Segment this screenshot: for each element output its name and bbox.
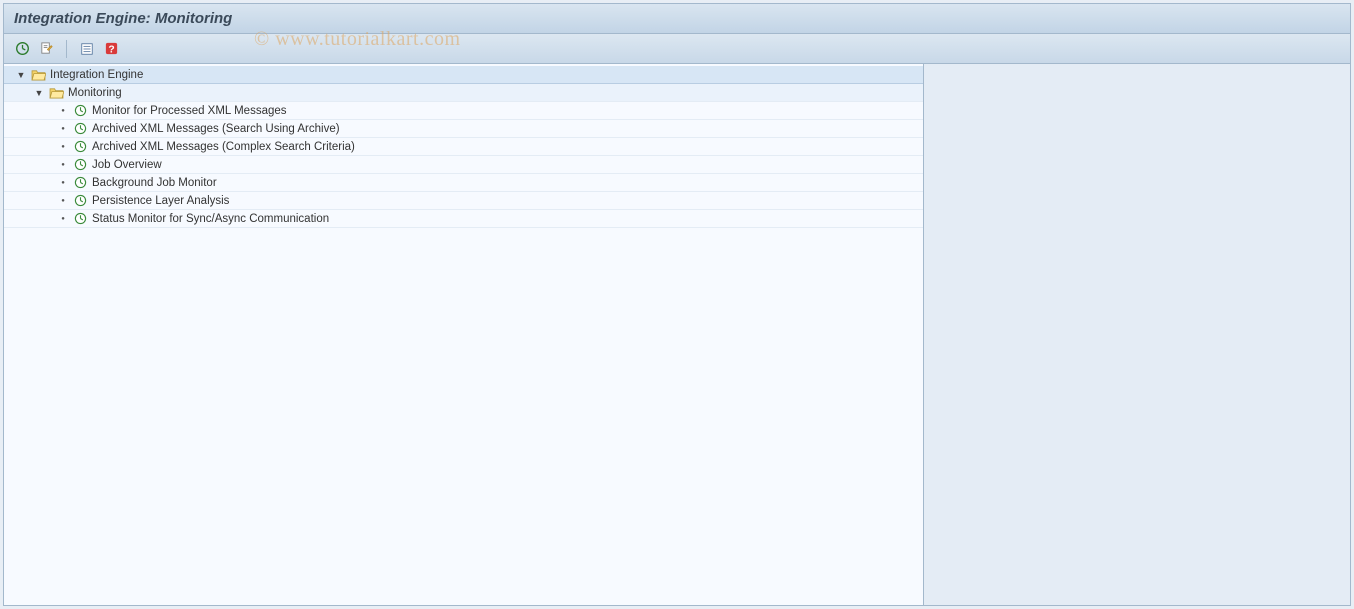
tree-item-bg-job-monitor[interactable]: ● Background Job Monitor	[4, 174, 923, 192]
tree-item-label: Monitor for Processed XML Messages	[92, 105, 287, 117]
right-panel	[924, 64, 1350, 605]
tree-item-label: Background Job Monitor	[92, 177, 217, 189]
tree-item-label: Persistence Layer Analysis	[92, 195, 229, 207]
tree-item-label: Job Overview	[92, 159, 162, 171]
details-button[interactable]	[77, 39, 97, 59]
tree-item-label: Archived XML Messages (Complex Search Cr…	[92, 141, 355, 153]
title-bar: Integration Engine: Monitoring	[4, 4, 1350, 34]
tree-item-monitor-xml[interactable]: ● Monitor for Processed XML Messages	[4, 102, 923, 120]
content-area: ▼ Integration Engine ▼ Monitoring ●	[4, 64, 1350, 605]
tree-item-job-overview[interactable]: ● Job Overview	[4, 156, 923, 174]
tree-item-label: Status Monitor for Sync/Async Communicat…	[92, 213, 329, 225]
bullet-icon: ●	[58, 124, 68, 134]
bullet-icon: ●	[58, 178, 68, 188]
list-details-icon	[80, 42, 94, 56]
clock-execute-icon	[15, 41, 30, 56]
transaction-icon	[72, 158, 88, 172]
app-window: Integration Engine: Monitoring	[3, 3, 1351, 606]
bullet-icon: ●	[58, 214, 68, 224]
transaction-icon	[72, 104, 88, 118]
bullet-icon: ●	[58, 106, 68, 116]
execute-button[interactable]	[12, 39, 32, 59]
transaction-icon	[72, 194, 88, 208]
bullet-icon: ●	[58, 142, 68, 152]
bullet-icon: ●	[58, 196, 68, 206]
tree-item-archived-complex[interactable]: ● Archived XML Messages (Complex Search …	[4, 138, 923, 156]
tree-node-root[interactable]: ▼ Integration Engine	[4, 66, 923, 84]
expand-toggle-icon[interactable]: ▼	[16, 70, 26, 80]
toolbar-separator	[66, 40, 67, 58]
transaction-icon	[72, 140, 88, 154]
tree-item-label: Archived XML Messages (Search Using Arch…	[92, 123, 340, 135]
tree-item-status-monitor[interactable]: ● Status Monitor for Sync/Async Communic…	[4, 210, 923, 228]
edit-button[interactable]	[36, 39, 56, 59]
toolbar: ? © www.tutorialkart.com	[4, 34, 1350, 64]
folder-open-icon	[48, 86, 64, 100]
tree-label-root: Integration Engine	[50, 69, 143, 81]
help-icon: ?	[104, 41, 119, 56]
transaction-icon	[72, 176, 88, 190]
folder-open-icon	[30, 68, 46, 82]
tree-item-archived-search[interactable]: ● Archived XML Messages (Search Using Ar…	[4, 120, 923, 138]
page-title: Integration Engine: Monitoring	[14, 10, 232, 27]
tree-panel: ▼ Integration Engine ▼ Monitoring ●	[4, 64, 924, 605]
tree-label-monitoring: Monitoring	[68, 87, 122, 99]
expand-toggle-icon[interactable]: ▼	[34, 88, 44, 98]
bullet-icon: ●	[58, 160, 68, 170]
help-button[interactable]: ?	[101, 39, 121, 59]
transaction-icon	[72, 212, 88, 226]
document-pencil-icon	[39, 41, 54, 56]
svg-text:?: ?	[108, 44, 114, 55]
tree-node-monitoring[interactable]: ▼ Monitoring	[4, 84, 923, 102]
tree-item-persistence[interactable]: ● Persistence Layer Analysis	[4, 192, 923, 210]
transaction-icon	[72, 122, 88, 136]
